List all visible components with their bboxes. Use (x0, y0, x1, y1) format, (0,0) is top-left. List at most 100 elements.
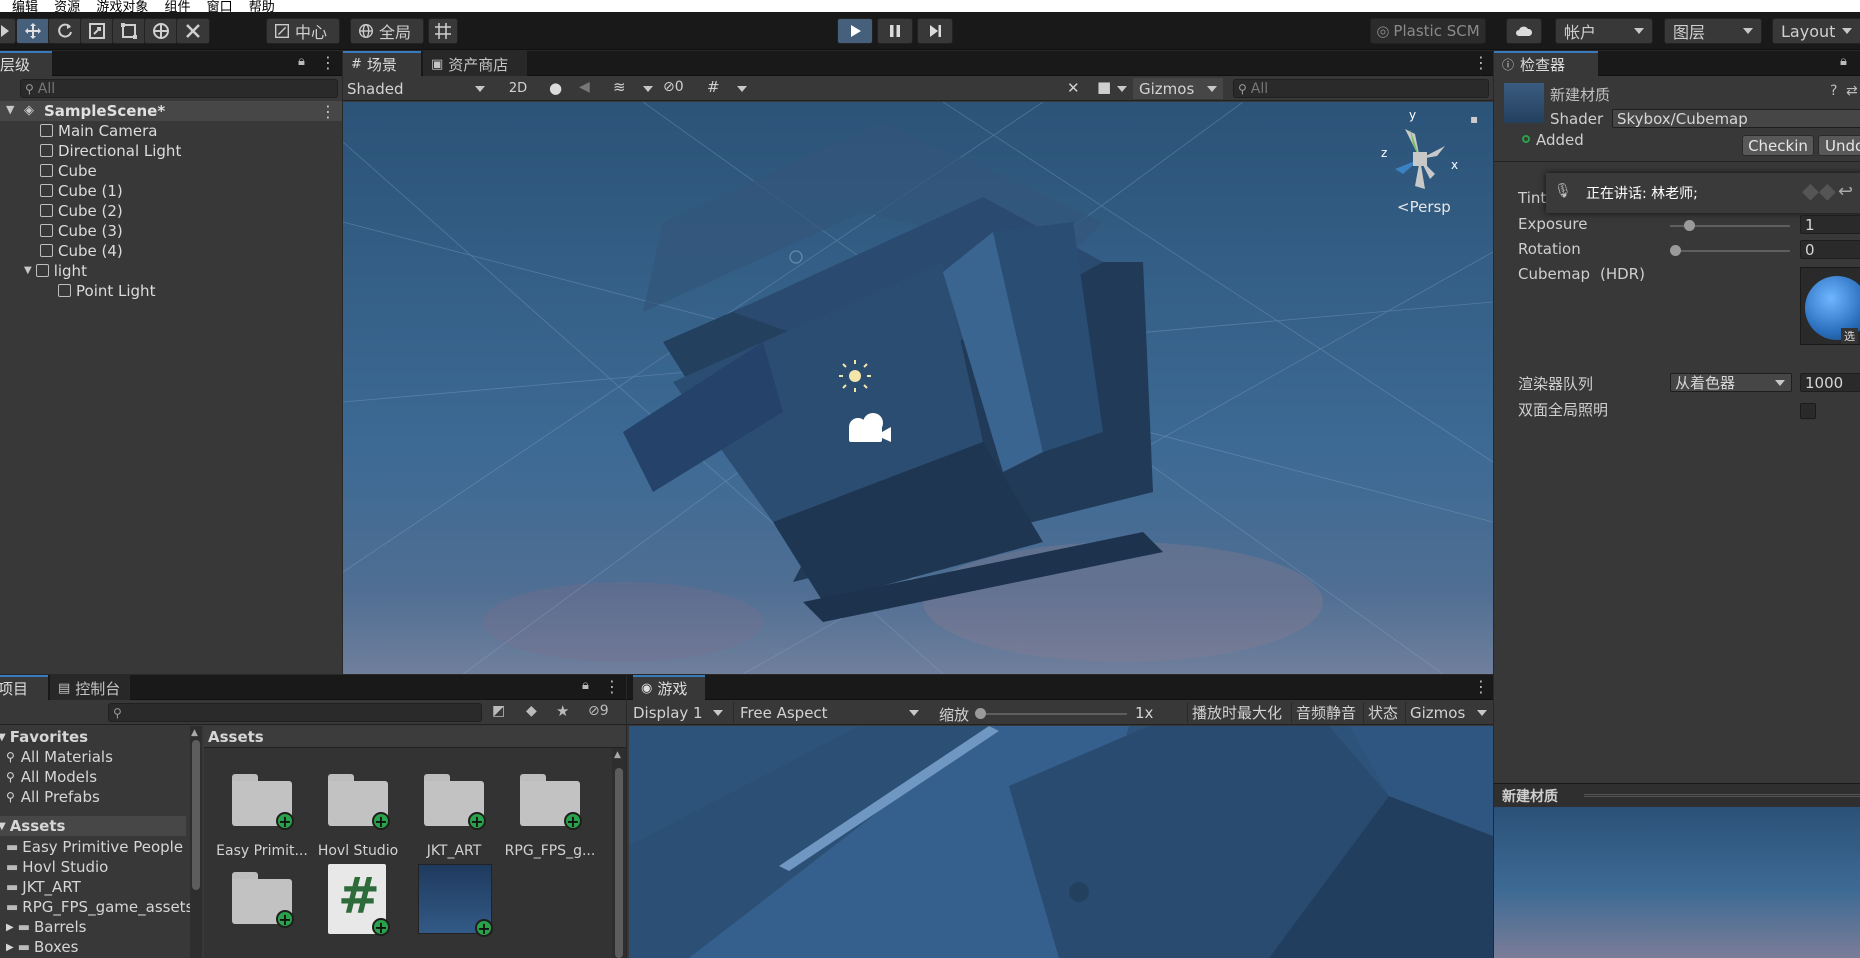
pivot-toggle-button[interactable]: 中心 (266, 18, 340, 44)
assets-root-row[interactable]: ▼ Assets (0, 816, 186, 836)
account-dropdown[interactable]: 帐户 (1555, 18, 1653, 44)
tab-project[interactable]: 项目 (0, 675, 48, 700)
gizmos-dropdown[interactable]: Gizmos (1133, 78, 1223, 99)
hidden-packages-icon[interactable]: ⊘9 (588, 703, 609, 719)
hierarchy-item-cube[interactable]: Cube (40, 162, 97, 180)
axis-gizmo[interactable]: y x z (1375, 108, 1465, 204)
menu-component[interactable]: 组件 (164, 0, 190, 12)
hierarchy-item-directional-light[interactable]: Directional Light (40, 142, 181, 160)
audio-icon[interactable]: ◀︎ (579, 79, 590, 95)
asset-grid-scroll-thumb[interactable] (615, 768, 623, 958)
exposure-slider-knob[interactable] (1684, 220, 1695, 231)
cubemap-select-label[interactable]: 选 (1841, 328, 1858, 344)
hierarchy-item-point-light[interactable]: Point Light (58, 282, 155, 300)
camera-icon[interactable]: ■ (1097, 78, 1111, 96)
aspect-dropdown[interactable]: Free Aspect (733, 702, 923, 723)
hierarchy-item-light[interactable]: ▼ light (24, 262, 87, 280)
tab-asset-store[interactable]: ▣ 资产商店 (423, 51, 527, 76)
label-tag-icon[interactable]: ◆ (526, 703, 537, 719)
hidden-objects-icon[interactable]: ⊘0 (663, 79, 684, 95)
expand-arrow-icon[interactable]: ▼ (6, 103, 14, 116)
menu-edit[interactable]: 编辑 (12, 0, 38, 12)
tab-console[interactable]: ▤ 控制台 (50, 675, 130, 700)
mute-audio-toggle[interactable]: 音频静音 (1291, 702, 1360, 723)
lightbulb-icon[interactable]: ● (549, 79, 562, 97)
custom-tool-button[interactable] (176, 18, 210, 44)
perspective-toggle[interactable]: <Persp (1397, 198, 1451, 216)
hierarchy-item-cube-1[interactable]: Cube (1) (40, 182, 123, 200)
display-dropdown[interactable]: Display 1 (633, 702, 727, 723)
folder-jkt-art[interactable]: ▬ JKT_ART (6, 878, 81, 896)
rotate-tool-button[interactable] (48, 18, 82, 44)
maximize-on-play-toggle[interactable]: 播放时最大化 (1187, 702, 1286, 723)
folder-barrels[interactable]: ▶ ▬ Barrels (6, 918, 86, 936)
lock-icon[interactable]: 🔒︎ (298, 54, 305, 69)
favorite-all-materials[interactable]: ⚲ All Materials (6, 748, 113, 766)
chevron-down-icon[interactable] (1117, 86, 1127, 92)
move-tool-button[interactable] (16, 18, 50, 44)
filter-type-icon[interactable]: ◩ (492, 703, 505, 719)
scene-search-input[interactable]: ⚲ All (1233, 79, 1489, 98)
asset-skybox-material[interactable]: + (418, 864, 493, 937)
shader-dropdown[interactable]: Skybox/Cubemap (1612, 109, 1860, 128)
hierarchy-item-main-camera[interactable]: Main Camera (40, 122, 157, 140)
undo-button[interactable]: Undo (1818, 135, 1860, 156)
scene-header-row[interactable]: ▼ ◈ SampleScene* ⋮ (0, 101, 342, 121)
preset-icon[interactable]: ⇄ (1846, 83, 1858, 99)
tools-icon[interactable]: ✕ (1067, 79, 1080, 97)
kebab-menu-icon[interactable]: ⋮ (604, 677, 620, 696)
asset-folder-hovl-studio[interactable]: + (328, 774, 390, 830)
kebab-menu-icon[interactable]: ⋮ (1473, 53, 1489, 72)
kebab-menu-icon[interactable]: ⋮ (320, 53, 336, 72)
global-toggle-button[interactable]: 全局 (350, 18, 424, 44)
preview-drag-handle[interactable] (1584, 794, 1860, 797)
hierarchy-item-cube-3[interactable]: Cube (3) (40, 222, 123, 240)
stats-toggle[interactable]: 状态 (1363, 702, 1402, 723)
toggle-2d-button[interactable]: 2D (503, 78, 533, 99)
hierarchy-search-input[interactable]: ⚲ All (20, 79, 338, 98)
cloud-button[interactable] (1506, 18, 1542, 44)
hand-tool-button[interactable] (0, 18, 16, 44)
chevron-down-icon[interactable] (643, 86, 653, 92)
breadcrumb-assets[interactable]: Assets (208, 728, 264, 746)
scale-tool-button[interactable] (80, 18, 114, 44)
return-arrow-icon[interactable]: ↩ (1838, 181, 1853, 202)
grid-icon[interactable]: # (707, 78, 720, 96)
rotation-slider-knob[interactable] (1670, 245, 1681, 256)
folder-rpg-fps-game-assets[interactable]: ▬ RPG_FPS_game_assets (6, 898, 193, 916)
layers-dropdown[interactable]: 图层 (1664, 18, 1762, 44)
rect-tool-button[interactable] (112, 18, 146, 44)
favorite-all-prefabs[interactable]: ⚲ All Prefabs (6, 788, 100, 806)
plastic-scm-button[interactable]: ◎ Plastic SCM (1370, 18, 1486, 44)
menu-window[interactable]: 窗口 (207, 0, 233, 12)
asset-folder-easy-primitive[interactable]: + (232, 774, 294, 830)
game-gizmos-dropdown[interactable]: Gizmos (1405, 702, 1491, 723)
asset-folder-rpg-fps[interactable]: + (520, 774, 582, 830)
favorites-header[interactable]: ▼ Favorites (0, 728, 88, 746)
expand-arrow-icon[interactable]: ▼ (24, 265, 32, 276)
checkin-button[interactable]: Checkin (1742, 135, 1814, 156)
pause-button[interactable] (877, 18, 913, 44)
grid-snap-button[interactable] (428, 18, 458, 44)
cubemap-slot[interactable]: 选 (1800, 267, 1860, 345)
tab-hierarchy[interactable]: 层级 (0, 51, 52, 76)
asset-csharp-script[interactable]: # + (328, 864, 390, 936)
transform-tool-button[interactable] (144, 18, 178, 44)
rotation-field[interactable]: 0 (1800, 240, 1860, 259)
scene-menu-icon[interactable]: ⋮ (320, 102, 336, 121)
effects-icon[interactable]: ≋ (613, 78, 626, 96)
menu-assets[interactable]: 资源 (54, 0, 80, 12)
lock-icon[interactable]: 🔒︎ (582, 678, 589, 693)
lock-icon[interactable]: 🔒︎ (1840, 54, 1847, 69)
layout-dropdown[interactable]: Layout (1772, 18, 1860, 44)
exposure-field[interactable]: 1 (1800, 215, 1860, 234)
game-viewport[interactable] (629, 726, 1493, 958)
folder-tree-scrollbar[interactable]: ▲ (190, 726, 202, 958)
render-queue-dropdown[interactable]: 从着色器 (1670, 373, 1792, 392)
folder-boxes[interactable]: ▶ ▬ Boxes (6, 938, 78, 956)
menu-gameobject[interactable]: 游戏对象 (96, 0, 148, 12)
asset-grid-scrollbar[interactable]: ▲ (612, 748, 626, 958)
folder-easy-primitive-people[interactable]: ▬ Easy Primitive People (6, 838, 183, 856)
hierarchy-item-cube-4[interactable]: Cube (4) (40, 242, 123, 260)
favorite-star-icon[interactable]: ★ (556, 702, 569, 720)
